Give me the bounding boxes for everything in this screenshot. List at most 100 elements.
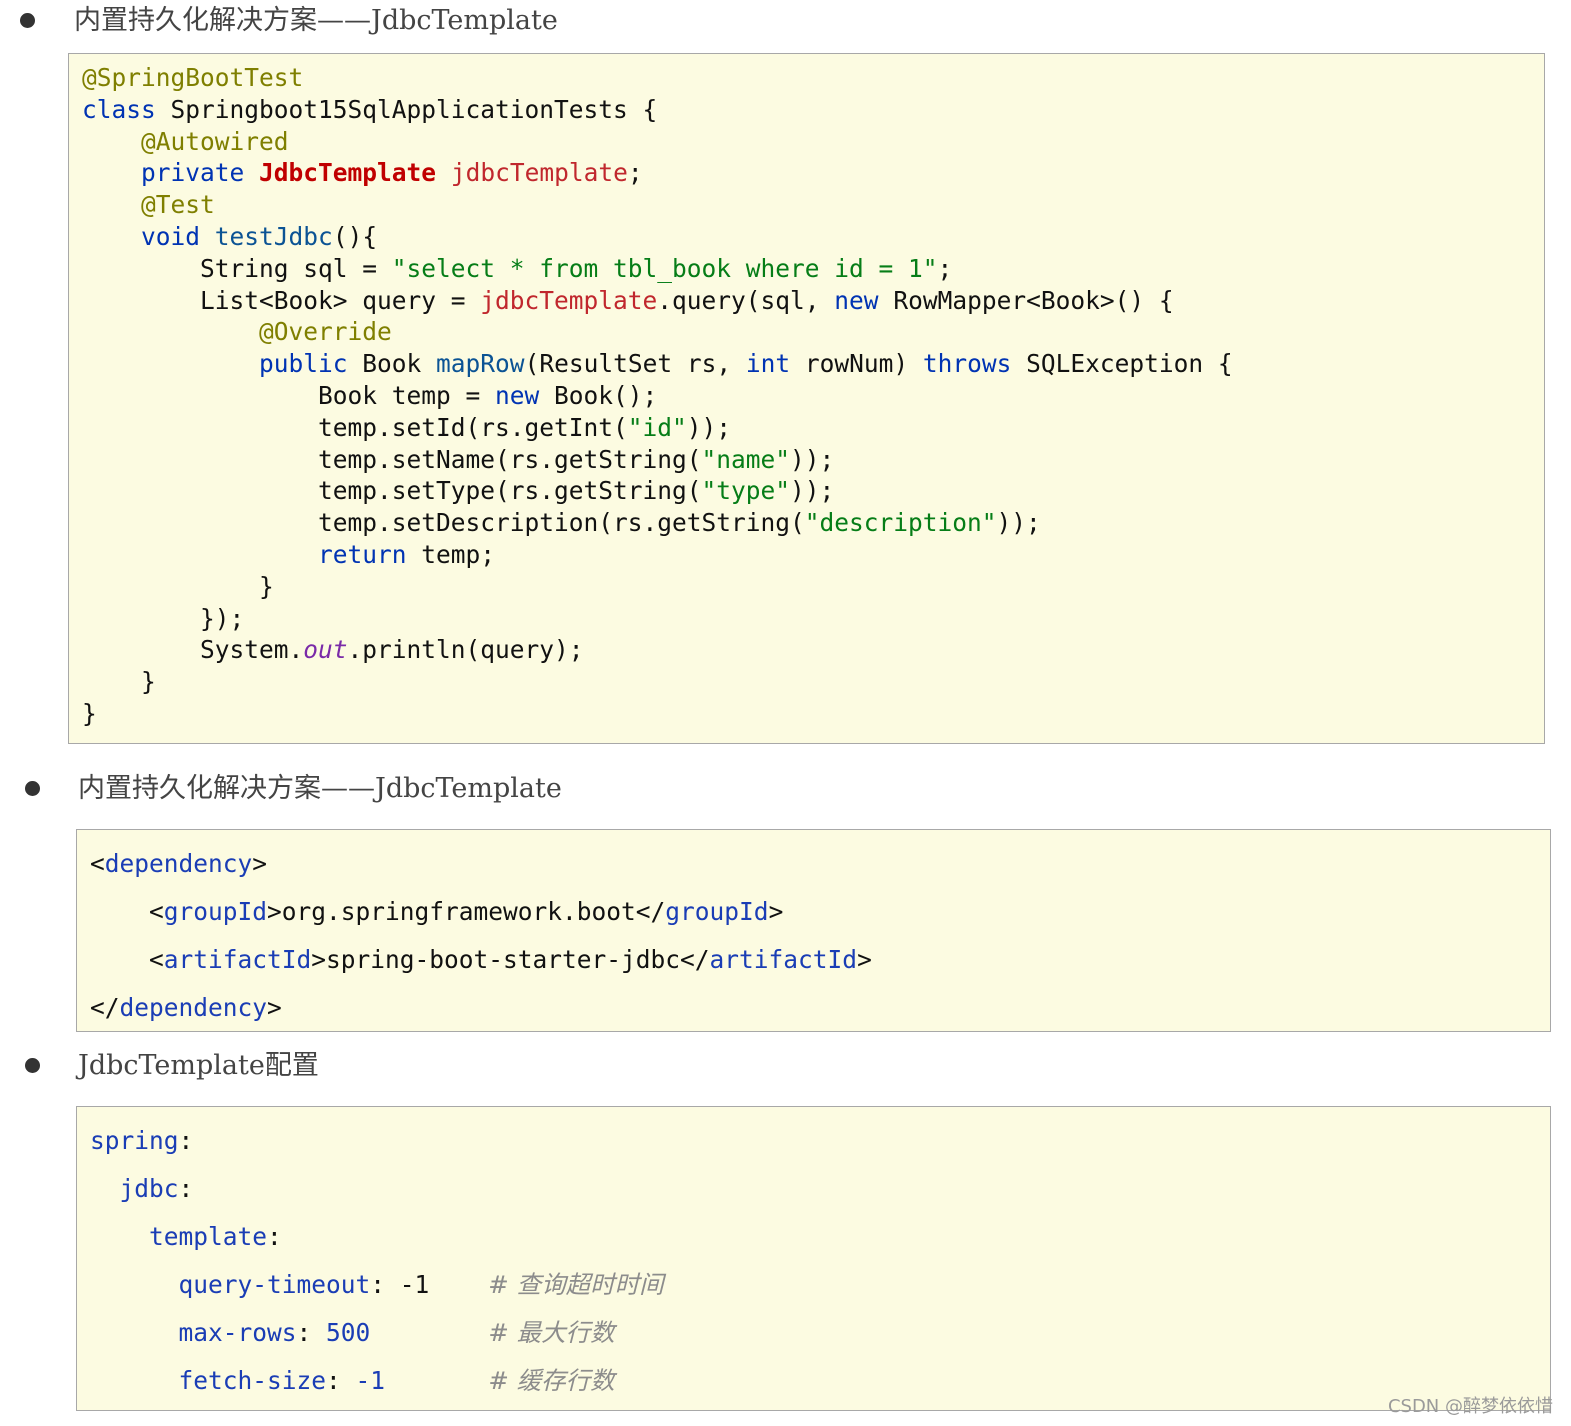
code-token: .query(sql, (657, 285, 835, 315)
code-line: List<Book> query = jdbcTemplate.query(sq… (82, 285, 1174, 315)
code-token: < (90, 849, 105, 878)
code-token: > (857, 945, 872, 974)
code-token: JdbcTemplate (259, 158, 437, 188)
code-token: temp.setType(rs.getString( (82, 476, 702, 506)
code-token: throws (922, 349, 1012, 379)
code-token: )); (996, 508, 1041, 538)
code-token: < (90, 945, 164, 974)
code-token: "description" (804, 508, 997, 538)
code-token: </ (90, 993, 120, 1022)
code-line: <groupId>org.springframework.boot</group… (90, 897, 784, 926)
code-token: jdbcTemplate (450, 158, 628, 188)
code-token: new (495, 381, 540, 410)
code-token: # 查询超时时间 (488, 1270, 664, 1299)
code-line: max-rows: 500 # 最大行数 (90, 1318, 615, 1347)
code-line: } (82, 667, 156, 697)
code-token: -1 (355, 1366, 386, 1395)
code-token: >spring-boot-starter-jdbc</ (311, 945, 710, 974)
code-token: # 缓存行数 (488, 1366, 615, 1395)
code-token: > (252, 849, 268, 878)
code-token: artifactId (709, 945, 858, 974)
code-token: @Test (141, 190, 215, 220)
code-line: Book temp = new Book(); (82, 381, 658, 410)
code-token: > (267, 993, 282, 1022)
code-line: System.out.println(query); (82, 638, 584, 663)
code-block-yaml: spring: jdbc: template: query-timeout: -… (76, 1106, 1551, 1411)
code-token: SQLException { (1011, 349, 1233, 379)
code-token: groupId (163, 897, 268, 926)
code-token: RowMapper<Book>() { (878, 285, 1174, 315)
code-line: spring: (90, 1128, 193, 1154)
code-token: } (82, 667, 156, 697)
code-token: @Autowired (141, 126, 289, 156)
code-token: fetch-size (178, 1366, 327, 1395)
code-token: Springboot15SqlApplicationTests { (155, 94, 658, 124)
code-token: max-rows (178, 1318, 297, 1347)
code-token: Book temp = (82, 381, 496, 410)
code-token: : (296, 1318, 327, 1347)
code-line: public Book mapRow(ResultSet rs, int row… (82, 349, 1233, 379)
code-token: Book(); (539, 381, 658, 410)
code-token: > (768, 897, 784, 926)
code-token: void (141, 222, 201, 251)
code-token: temp.setDescription(rs.getString( (82, 508, 805, 538)
code-token: 500 (326, 1318, 371, 1347)
code-line: </dependency> (90, 993, 282, 1022)
code-line: } (82, 699, 97, 728)
code-token: System. (82, 635, 304, 665)
code-token: )); (790, 444, 835, 474)
code-line: temp.setDescription(rs.getString("descri… (82, 508, 1041, 538)
section-heading-2: 内置持久化解决方案——JdbcTemplate (78, 773, 562, 804)
code-token: testJdbc (214, 222, 333, 251)
section-heading-3: JdbcTemplate配置 (78, 1050, 319, 1081)
code-token: @SpringBootTest (82, 63, 304, 92)
bullet-1 (20, 13, 35, 28)
code-token: # 最大行数 (488, 1318, 615, 1347)
code-token: "type" (701, 476, 791, 506)
section-heading-1: 内置持久化解决方案——JdbcTemplate (74, 5, 558, 36)
watermark: CSDN @醉梦依依惜 (1387, 1396, 1553, 1417)
code-line: temp.setId(rs.getInt("id")); (82, 415, 731, 441)
code-line: class Springboot15SqlApplicationTests { (82, 94, 658, 124)
code-token: : (326, 1366, 356, 1395)
code-token: query-timeout (178, 1270, 371, 1299)
code-token: } (82, 699, 97, 728)
code-token: (ResultSet rs, (524, 349, 746, 379)
code-token: < (90, 897, 164, 926)
code-token: public (259, 349, 348, 379)
code-token: jdbc (119, 1174, 179, 1203)
code-line: String sql = "select * from tbl_book whe… (82, 253, 952, 283)
code-token: "name" (701, 444, 791, 474)
code-token: rowNum) (790, 349, 923, 379)
code-token: : (267, 1222, 282, 1251)
code-token: List<Book> query = (82, 285, 481, 315)
code-line: }); (82, 603, 245, 633)
code-token: .println(query); (347, 635, 584, 665)
code-token: temp; (406, 540, 496, 569)
code-token: String sql = (82, 253, 392, 283)
code-token: } (82, 571, 274, 601)
code-token: return (318, 540, 407, 569)
code-block-xml: <dependency> <groupId>org.springframewor… (76, 829, 1551, 1032)
code-line: temp.setName(rs.getString("name")); (82, 444, 835, 474)
code-line: fetch-size: -1 # 缓存行数 (90, 1366, 615, 1395)
code-token: artifactId (163, 945, 312, 974)
code-line: @SpringBootTest (82, 63, 304, 92)
code-token: >org.springframework.boot</ (267, 897, 666, 926)
code-line: return temp; (82, 540, 496, 569)
code-token: "select * from tbl_book where id = 1" (391, 253, 938, 283)
code-line: <artifactId>spring-boot-starter-jdbc</ar… (90, 945, 872, 974)
code-token: }); (82, 603, 245, 633)
